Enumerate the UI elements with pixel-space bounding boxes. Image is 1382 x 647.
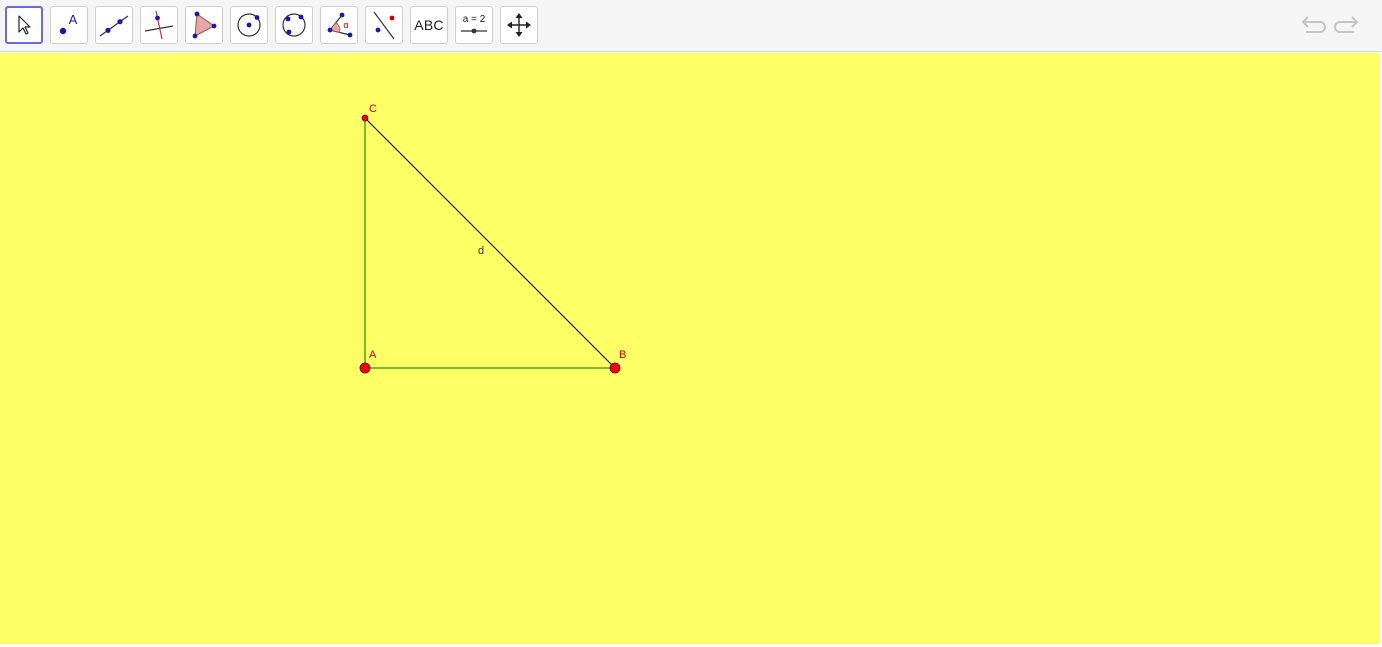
tool-angle[interactable]: α [320,6,358,44]
redo-button[interactable] [1333,12,1365,40]
polygon-icon [192,11,217,39]
text-icon: ABC [414,17,444,33]
tool-circle[interactable] [230,6,268,44]
line-through-two-points-icon [99,15,129,37]
undo-icon [1301,16,1326,33]
angle-icon: α [327,12,353,38]
tool-text[interactable]: ABC [410,6,448,44]
cursor-arrow-icon [18,15,31,35]
point-b[interactable] [609,362,621,374]
point-c[interactable] [361,114,369,122]
undo-button[interactable] [1295,12,1327,40]
tool-polygon[interactable] [185,6,223,44]
graphics-view[interactable]: A B C d [0,53,1380,644]
perpendicular-line-icon [144,10,174,40]
tool-perpendicular[interactable] [140,6,178,44]
construction-canvas[interactable]: A B C d [0,53,1380,644]
tool-slider[interactable]: a = 2 [455,6,493,44]
tool-line[interactable] [95,6,133,44]
point-icon: A [59,12,78,35]
label-point-a: A [369,349,377,361]
label-point-b: B [619,349,626,361]
point-a[interactable] [359,362,371,374]
tool-circle-three-points[interactable] [275,6,313,44]
slider-icon: a = 2 [461,14,487,34]
tool-move[interactable] [5,6,43,44]
toolbar: A α ABC a = 2 [0,0,1382,52]
point-icon-label: A [69,12,78,27]
circle-through-three-points-icon [282,13,306,37]
reflect-about-line-icon [373,11,395,40]
tool-move-graphics[interactable] [500,6,538,44]
angle-icon-label: α [343,20,348,30]
circle-center-point-icon [237,13,261,37]
tool-reflect[interactable] [365,6,403,44]
move-graphics-view-icon [507,13,531,37]
tool-point[interactable]: A [50,6,88,44]
redo-icon [1334,16,1359,33]
segment-d-hypotenuse[interactable] [364,117,616,369]
label-point-c: C [369,103,377,115]
label-segment-d: d [478,245,484,257]
slider-icon-label: a = 2 [463,14,486,25]
